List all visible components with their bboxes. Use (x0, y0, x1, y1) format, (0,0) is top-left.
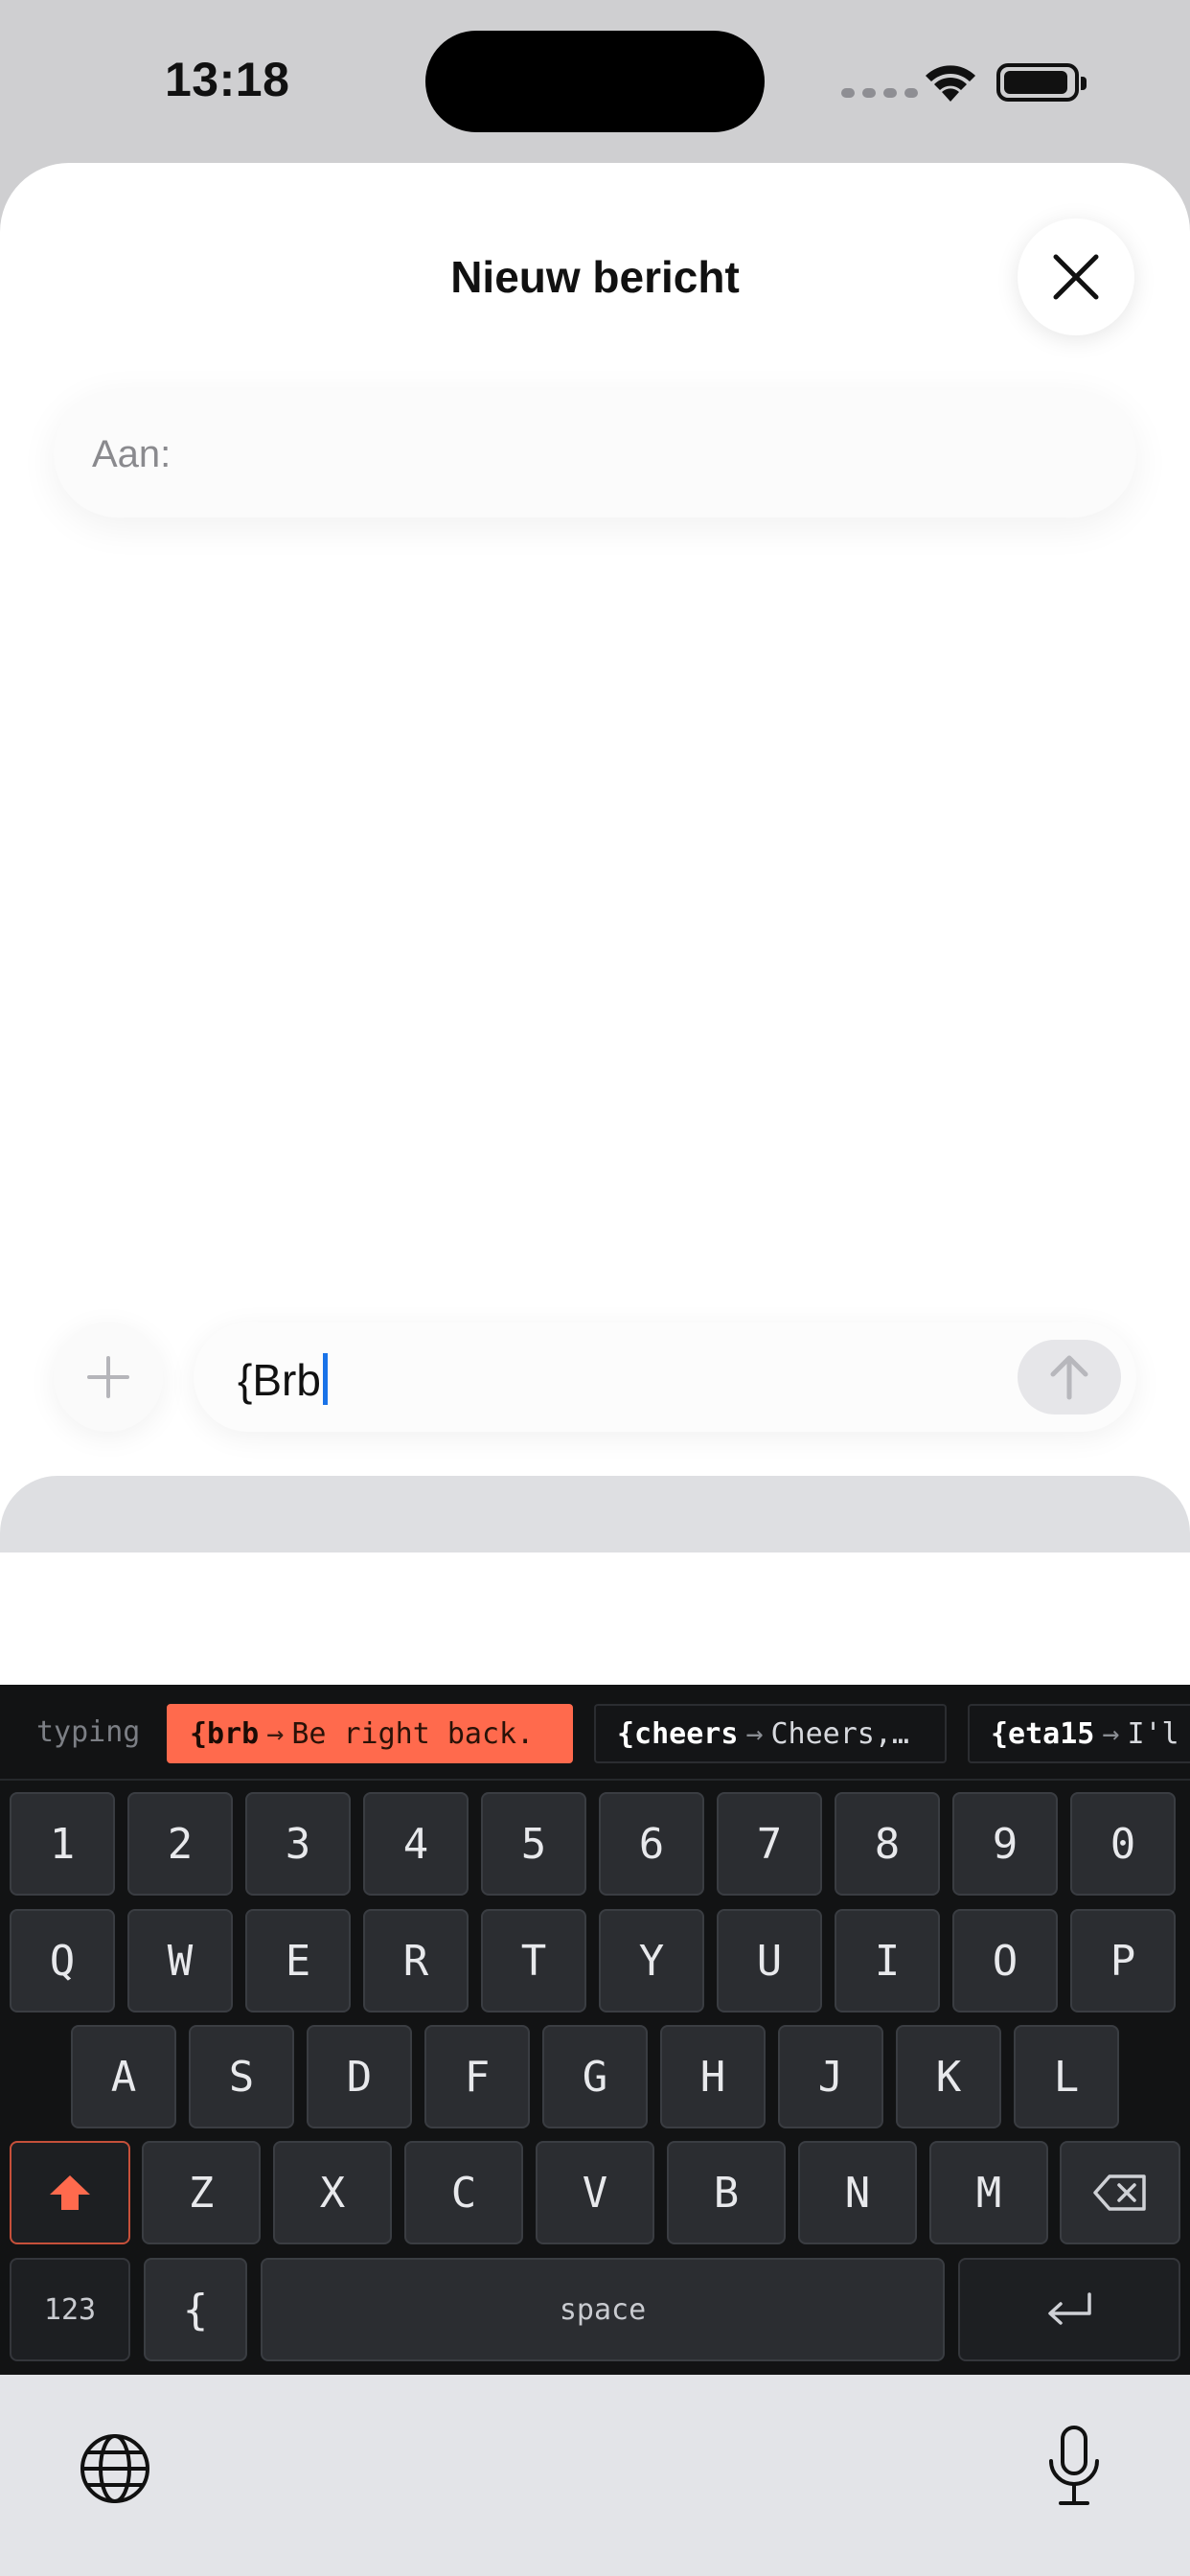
letter-key-s[interactable]: S (189, 2025, 294, 2128)
battery-icon (996, 63, 1087, 102)
text-caret (322, 1353, 328, 1405)
letter-key-b[interactable]: B (667, 2141, 786, 2244)
letter-key-z[interactable]: Z (142, 2141, 261, 2244)
number-key-2[interactable]: 2 (127, 1792, 233, 1896)
number-key-4[interactable]: 4 (363, 1792, 469, 1896)
space-key[interactable]: space (261, 2258, 945, 2361)
microphone-icon[interactable] (1044, 2425, 1104, 2507)
number-key-3[interactable]: 3 (245, 1792, 351, 1896)
backspace-key[interactable] (1060, 2141, 1180, 2244)
arrow-icon: → (266, 1716, 285, 1751)
arrow-icon: → (1102, 1716, 1120, 1751)
letter-key-e[interactable]: E (245, 1909, 351, 2012)
shift-key[interactable] (10, 2141, 130, 2244)
suggestion-chip-cheers[interactable]: {cheers → Cheers,… (594, 1704, 947, 1763)
typing-label: typing (36, 1715, 141, 1749)
arrow-icon: → (745, 1716, 764, 1751)
number-key-1[interactable]: 1 (10, 1792, 115, 1896)
letter-key-v[interactable]: V (536, 2141, 654, 2244)
close-button[interactable] (1018, 218, 1134, 335)
dynamic-island (425, 31, 765, 132)
status-bar: 13:18 (0, 0, 1190, 163)
letter-key-t[interactable]: T (481, 1909, 586, 2012)
letter-key-m[interactable]: M (929, 2141, 1048, 2244)
sheet-title: Nieuw bericht (450, 252, 740, 302)
letter-key-a[interactable]: A (71, 2025, 176, 2128)
globe-icon[interactable] (79, 2432, 151, 2505)
letter-key-q[interactable]: Q (10, 1909, 115, 2012)
number-key-7[interactable]: 7 (717, 1792, 822, 1896)
keyboard-top-edge (0, 1476, 1190, 1552)
message-text: {Brb (238, 1353, 328, 1406)
add-attachment-button[interactable] (54, 1322, 163, 1432)
number-key-9[interactable]: 9 (952, 1792, 1058, 1896)
send-button[interactable] (1018, 1340, 1121, 1414)
letter-key-h[interactable]: H (660, 2025, 766, 2128)
shift-icon (50, 2175, 90, 2210)
chip-expansion: I'l (1127, 1716, 1179, 1751)
plus-icon (87, 1356, 129, 1398)
letter-key-y[interactable]: Y (599, 1909, 704, 2012)
number-key-0[interactable]: 0 (1070, 1792, 1176, 1896)
letter-key-d[interactable]: D (307, 2025, 412, 2128)
letter-key-c[interactable]: C (404, 2141, 523, 2244)
letter-key-r[interactable]: R (363, 1909, 469, 2012)
letter-key-n[interactable]: N (798, 2141, 917, 2244)
recipient-label: Aan: (92, 433, 172, 475)
number-key-6[interactable]: 6 (599, 1792, 704, 1896)
letter-key-k[interactable]: K (896, 2025, 1001, 2128)
backspace-icon (1093, 2174, 1146, 2211)
number-key-8[interactable]: 8 (835, 1792, 940, 1896)
chip-expansion: Be right back. (291, 1716, 535, 1751)
letter-key-j[interactable]: J (778, 2025, 883, 2128)
message-input[interactable]: {Brb (194, 1322, 1136, 1432)
status-time: 13:18 (165, 53, 290, 106)
close-icon (1053, 254, 1099, 300)
brace-key[interactable]: { (144, 2258, 247, 2361)
send-arrow-icon (1050, 1355, 1088, 1400)
recipient-field[interactable]: Aan: (54, 389, 1136, 518)
suggestion-bar: typing {brb → Be right back. {cheers → Cheer… (0, 1685, 1190, 1781)
keyboard-bottom-bar (0, 2375, 1190, 2576)
return-icon (1048, 2292, 1091, 2325)
suggestion-chip-brb[interactable]: {brb → Be right back. (167, 1704, 573, 1763)
letter-key-f[interactable]: F (424, 2025, 530, 2128)
letter-key-g[interactable]: G (542, 2025, 648, 2128)
letter-key-l[interactable]: L (1014, 2025, 1119, 2128)
numbers-key[interactable]: 123 (10, 2258, 130, 2361)
suggestion-chip-eta15[interactable]: {eta15 → I'l (968, 1704, 1190, 1763)
letter-key-x[interactable]: X (273, 2141, 392, 2244)
return-key[interactable] (958, 2258, 1180, 2361)
letter-key-i[interactable]: I (835, 1909, 940, 2012)
chip-trigger: {cheers (617, 1716, 739, 1751)
letter-key-o[interactable]: O (952, 1909, 1058, 2012)
chip-trigger: {brb (190, 1716, 260, 1751)
wifi-icon (926, 65, 975, 102)
letter-key-u[interactable]: U (717, 1909, 822, 2012)
chip-trigger: {eta15 (991, 1716, 1095, 1751)
cellular-signal-icon (841, 88, 918, 98)
letter-key-w[interactable]: W (127, 1909, 233, 2012)
chip-expansion: Cheers,… (770, 1716, 910, 1751)
number-key-5[interactable]: 5 (481, 1792, 586, 1896)
custom-keyboard: typing {brb → Be right back. {cheers → Cheer… (0, 1685, 1190, 2375)
letter-key-p[interactable]: P (1070, 1909, 1176, 2012)
